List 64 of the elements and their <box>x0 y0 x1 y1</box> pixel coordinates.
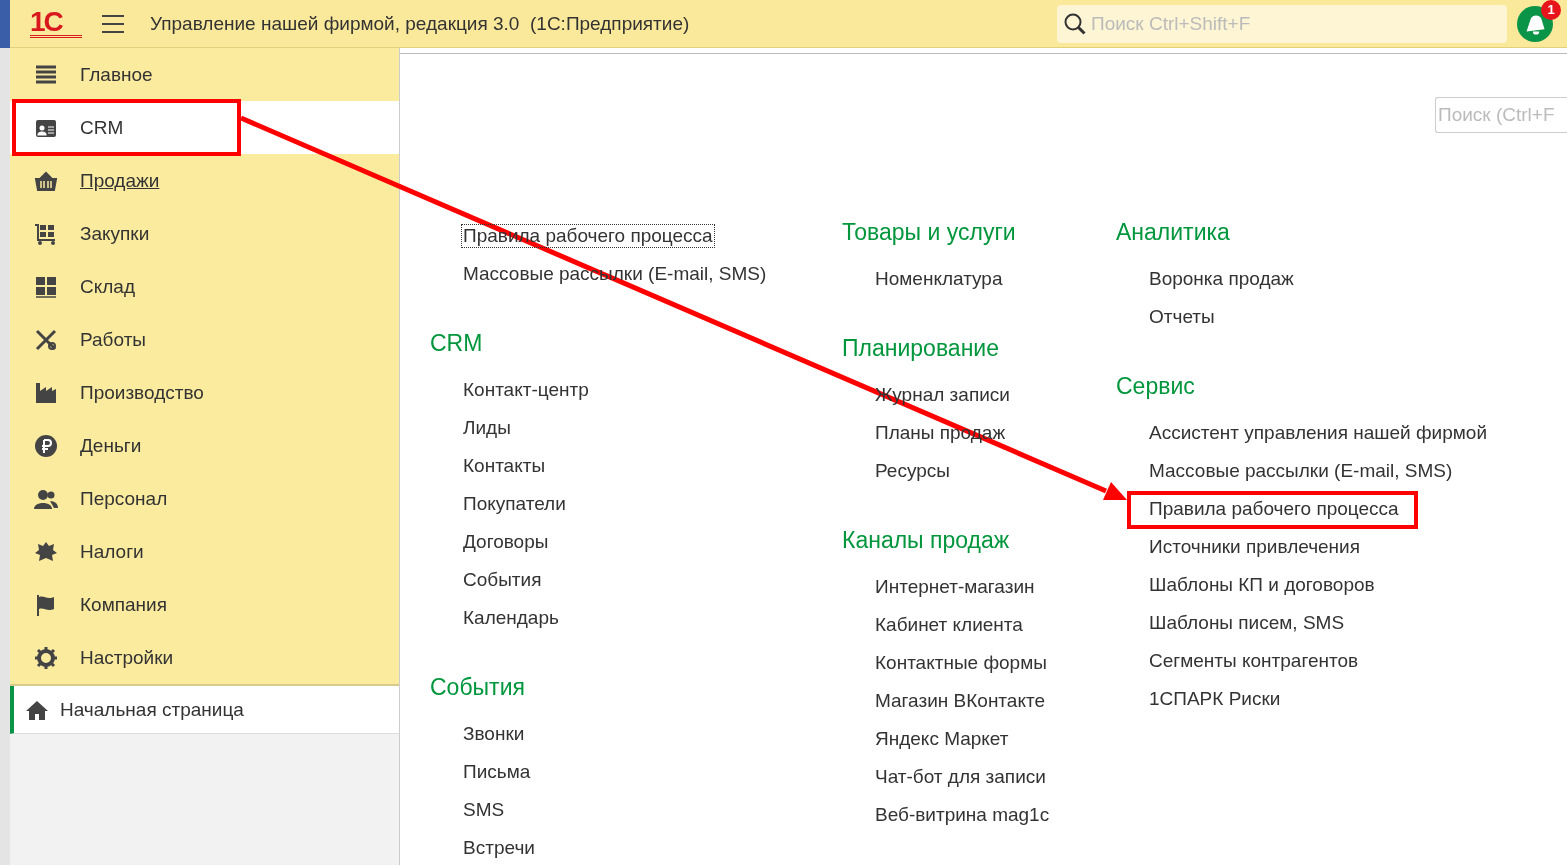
search-field[interactable]: Поиск (Ctrl+F <box>1435 97 1567 133</box>
section-heading: Товары и услуги <box>842 218 1017 247</box>
home-icon <box>26 699 48 720</box>
menu-link[interactable]: Яндекс Маркет <box>873 727 1011 751</box>
menu-link[interactable]: Шаблоны писем, SMS <box>1147 611 1347 635</box>
sidebar-item[interactable]: Склад <box>10 260 399 313</box>
menu-link[interactable]: События <box>461 568 544 592</box>
sidebar-item[interactable]: Персонал <box>10 472 399 525</box>
menu-link[interactable]: Контакт-центр <box>461 378 591 402</box>
section-heading: Сервис <box>1116 372 1196 401</box>
menu-link[interactable]: Контактные формы <box>873 651 1049 675</box>
section-heading: CRM <box>430 329 484 358</box>
menu-link[interactable]: Номенклатура <box>873 267 1005 291</box>
menu-link[interactable]: Массовые рассылки (E-mail, SMS) <box>1147 459 1455 483</box>
notifications-button[interactable] <box>1517 5 1553 42</box>
menu-link[interactable]: Сегменты контрагентов <box>1147 649 1361 673</box>
cart-icon <box>34 221 58 246</box>
ruble-icon <box>34 433 58 458</box>
grid-icon <box>34 274 58 299</box>
sidebar-item[interactable]: Продажи <box>10 154 399 207</box>
menu-link[interactable]: Источники привлечения <box>1147 535 1362 559</box>
sidebar-item[interactable]: Главное <box>10 48 399 101</box>
menu-link[interactable]: Лиды <box>461 416 513 440</box>
menu-link[interactable]: Веб-витрина mag1c <box>873 803 1052 827</box>
sidebar-item[interactable]: Деньги <box>10 419 399 472</box>
section-heading: Аналитика <box>1116 218 1231 247</box>
menu-link[interactable]: Календарь <box>461 606 561 630</box>
search-field[interactable]: Поиск Ctrl+Shift+F <box>1057 4 1507 43</box>
search-icon <box>1063 11 1087 36</box>
sidebar-item[interactable]: Компания <box>10 578 399 631</box>
menu-link[interactable]: Письма <box>461 760 533 784</box>
menu-link[interactable]: Кабинет клиента <box>873 613 1025 637</box>
window-title: Управление нашей фирмой, редакция 3.0 (1С:Предприятие) <box>150 12 690 35</box>
menu-link[interactable]: Ресурсы <box>873 459 952 483</box>
menu-link[interactable]: Воронка продаж <box>1147 267 1296 291</box>
section-heading: События <box>430 673 526 702</box>
menu-link[interactable]: Контакты <box>461 454 548 478</box>
sidebar-item[interactable]: Производство <box>10 366 399 419</box>
section-heading: Планирование <box>842 334 1000 363</box>
sidebar-item[interactable]: Закупки <box>10 207 399 260</box>
menu-link[interactable]: Чат-бот для записи <box>873 765 1048 789</box>
gear-icon <box>34 645 58 670</box>
menu-link[interactable]: Интернет-магазин <box>873 575 1037 599</box>
sidebar-item[interactable]: CRM <box>10 101 399 154</box>
notification-badge: 1 <box>1541 0 1561 20</box>
home-tab[interactable]: Начальная страница <box>10 686 399 734</box>
menu-link[interactable]: Правила рабочего процесса <box>1147 497 1401 521</box>
menu-link[interactable]: Ассистент управления нашей фирмой <box>1147 421 1490 445</box>
factory-icon <box>34 380 58 405</box>
sidebar-item[interactable]: Настройки <box>10 631 399 684</box>
menu-link[interactable]: SMS <box>461 798 507 822</box>
menu-link[interactable]: Встречи <box>461 836 537 860</box>
app-logo: 1С <box>30 9 82 38</box>
menu-link[interactable]: Шаблоны КП и договоров <box>1147 573 1377 597</box>
menu-link[interactable]: Покупатели <box>461 492 568 516</box>
menu-link[interactable]: Магазин ВКонтакте <box>873 689 1047 713</box>
menu-link[interactable]: 1СПАРК Риски <box>1147 687 1283 711</box>
section-heading: Каналы продаж <box>842 526 1011 555</box>
menu-icon[interactable] <box>102 14 124 33</box>
menu-link[interactable]: Договоры <box>461 530 551 554</box>
sidebar-item[interactable]: Налоги <box>10 525 399 578</box>
sidebar-item[interactable]: Работы <box>10 313 399 366</box>
menu-link[interactable]: Звонки <box>461 722 527 746</box>
menu-link[interactable]: Отчеты <box>1147 305 1217 329</box>
